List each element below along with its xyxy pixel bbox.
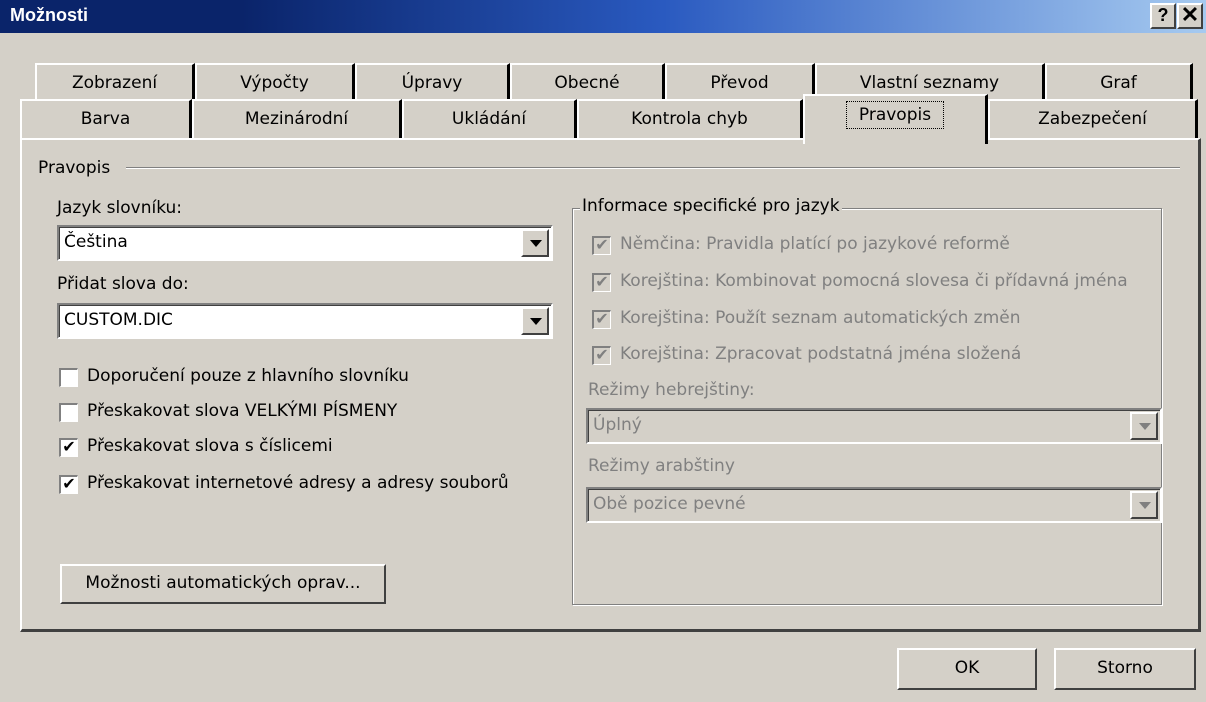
checkbox[interactable]	[59, 403, 78, 422]
language-specific-group	[572, 208, 1162, 605]
arabic-modes-label: Režimy arabštiny	[588, 456, 735, 476]
add-words-label: Přidat slova do:	[57, 274, 189, 294]
hebrew-modes-select[interactable]: Úplný	[586, 408, 1162, 444]
checkbox-label: Přeskakovat slova s číslicemi	[87, 436, 333, 456]
tab-obecne[interactable]: Obecné	[510, 63, 665, 101]
tab-label: Zobrazení	[71, 73, 158, 93]
tab-prevod[interactable]: Převod	[665, 63, 815, 101]
checkbox[interactable]: ✔	[59, 438, 78, 457]
title-bar: Možnosti ? ✕	[0, 0, 1206, 33]
dictionary-language-select[interactable]: Čeština	[57, 225, 553, 261]
tab-vypocty[interactable]: Výpočty	[195, 63, 355, 101]
help-button[interactable]: ?	[1150, 3, 1176, 29]
close-button[interactable]: ✕	[1177, 3, 1203, 29]
autocorrect-options-button[interactable]: Možnosti automatických oprav...	[60, 564, 386, 604]
tab-label: Kontrola chyb	[631, 109, 748, 129]
tab-label: Ukládání	[451, 109, 527, 129]
tab-pravopis[interactable]: Pravopis	[803, 94, 988, 144]
checkbox[interactable]: ✔	[592, 236, 611, 255]
tab-label: Graf	[1100, 73, 1137, 93]
tab-graf[interactable]: Graf	[1045, 63, 1193, 101]
chevron-down-icon[interactable]	[1130, 412, 1158, 440]
tab-label: Úpravy	[401, 73, 463, 93]
tab-label: Zabezpečení	[1038, 109, 1147, 129]
section-divider	[126, 167, 1180, 169]
checkbox-label: Korejština: Kombinovat pomocná slovesa č…	[620, 271, 1128, 291]
checkbox[interactable]: ✔	[59, 475, 78, 494]
tab-mezinarodni[interactable]: Mezinárodní	[192, 99, 402, 139]
tab-zabezpeceni[interactable]: Zabezpečení	[988, 99, 1198, 139]
hebrew-modes-value: Úplný	[593, 415, 642, 435]
window-title: Možnosti	[10, 5, 88, 25]
tab-label: Obecné	[554, 73, 620, 93]
checkbox[interactable]: ✔	[592, 273, 611, 292]
options-dialog: Možnosti ? ✕ Zobrazení Výpočty Úpravy Ob…	[0, 0, 1206, 702]
tab-label: Mezinárodní	[244, 109, 349, 129]
tab-label: Pravopis	[845, 101, 945, 129]
cancel-button[interactable]: Storno	[1054, 648, 1196, 690]
tab-barva[interactable]: Barva	[20, 99, 192, 139]
hebrew-modes-label: Režimy hebrejštiny:	[588, 380, 755, 400]
checkbox[interactable]	[59, 368, 78, 387]
tab-label: Převod	[710, 73, 769, 93]
checkbox-label: Přeskakovat internetové adresy a adresy …	[87, 473, 509, 493]
add-words-value: CUSTOM.DIC	[64, 310, 173, 330]
checkbox-label: Doporučení pouze z hlavního slovníku	[87, 366, 409, 386]
tab-ukladani[interactable]: Ukládání	[402, 99, 577, 139]
tab-label: Barva	[80, 109, 131, 129]
tab-upravy[interactable]: Úpravy	[355, 63, 510, 101]
dictionary-language-value: Čeština	[64, 232, 128, 252]
checkbox-label: Korejština: Zpracovat podstatná jména sl…	[620, 344, 1022, 364]
chevron-down-icon[interactable]	[1130, 491, 1158, 519]
tab-panel: Pravopis Jazyk slovníku: Čeština Přidat …	[20, 138, 1201, 632]
add-words-select[interactable]: CUSTOM.DIC	[57, 303, 553, 339]
tab-label: Výpočty	[240, 73, 309, 93]
checkbox[interactable]: ✔	[592, 310, 611, 329]
dictionary-language-label: Jazyk slovníku:	[57, 198, 183, 218]
group-title: Informace specifické pro jazyk	[580, 196, 842, 216]
section-title: Pravopis	[38, 158, 111, 178]
checkbox[interactable]: ✔	[592, 346, 611, 365]
chevron-down-icon[interactable]	[521, 307, 549, 335]
tab-kontrola-chyb[interactable]: Kontrola chyb	[577, 99, 803, 139]
tab-zobrazeni[interactable]: Zobrazení	[35, 63, 195, 101]
ok-button[interactable]: OK	[897, 648, 1037, 690]
checkbox-label: Němčina: Pravidla platící po jazykové re…	[620, 234, 1010, 254]
chevron-down-icon[interactable]	[521, 229, 549, 257]
checkbox-label: Přeskakovat slova VELKÝMI PÍSMENY	[87, 401, 398, 421]
checkbox-label: Korejština: Použít seznam automatických …	[620, 308, 1021, 328]
arabic-modes-value: Obě pozice pevné	[593, 494, 746, 514]
arabic-modes-select[interactable]: Obě pozice pevné	[586, 487, 1162, 523]
